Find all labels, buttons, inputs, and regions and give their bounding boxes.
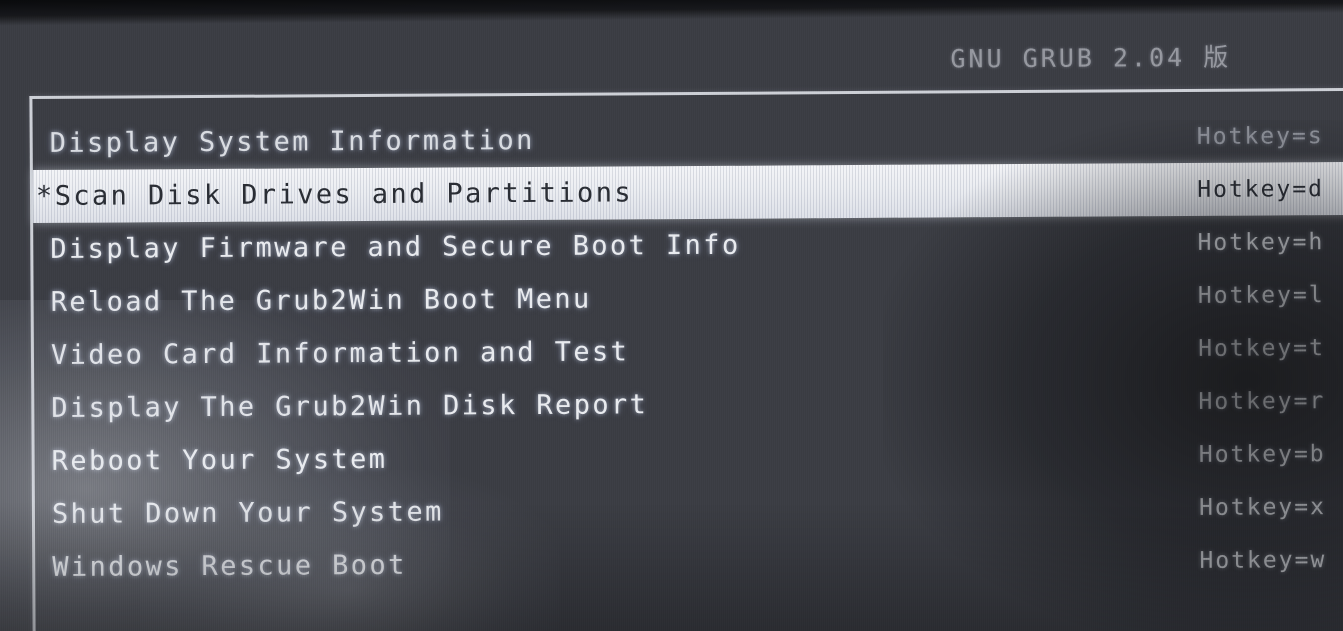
- grub-menu-item[interactable]: *Scan Disk Drives and Partitions Hotkey=d: [32, 161, 1343, 224]
- grub-menu-item-label: Reboot Your System: [51, 443, 388, 477]
- grub-menu-item-label: Display Firmware and Secure Boot Info: [50, 229, 741, 265]
- grub-menu-item[interactable]: Reload The Grub2Win Boot Menu Hotkey=l: [33, 268, 1343, 329]
- grub-menu-item[interactable]: Display The Grub2Win Disk Report Hotkey=r: [34, 374, 1343, 435]
- grub-menu-item-label: Shut Down Your System: [51, 496, 444, 530]
- grub-menu-item-hotkey: Hotkey=t: [1198, 334, 1326, 362]
- grub-menu-item[interactable]: Reboot Your System Hotkey=b: [34, 427, 1343, 488]
- grub-menu-item-hotkey: Hotkey=d: [1197, 175, 1325, 203]
- monitor-photo-scene: GNU GRUB 2.04 版 Display System Informati…: [0, 0, 1343, 631]
- grub-menu-item[interactable]: Shut Down Your System Hotkey=x: [35, 480, 1343, 541]
- grub-menu-item-label: Reload The Grub2Win Boot Menu: [50, 283, 592, 318]
- grub-menu-item[interactable]: Windows Rescue Boot Hotkey=w: [35, 533, 1343, 594]
- grub-menu-item[interactable]: Display System Information Hotkey=s: [33, 109, 1343, 170]
- grub-version-header: GNU GRUB 2.04 版: [950, 42, 1232, 74]
- grub-menu-item[interactable]: Display Firmware and Secure Boot Info Hot…: [33, 215, 1343, 276]
- grub-menu-item-hotkey: Hotkey=s: [1196, 122, 1324, 150]
- grub-menu-item-label: Display System Information: [49, 124, 535, 159]
- grub-menu-item[interactable]: Video Card Information and Test Hotkey=t: [34, 321, 1343, 382]
- grub-menu-item-label: Display The Grub2Win Disk Report: [51, 389, 649, 424]
- grub-menu-item-label: *Scan Disk Drives and Partitions: [35, 177, 634, 213]
- grub-menu-item-hotkey: Hotkey=b: [1198, 440, 1326, 468]
- grub-boot-menu-screen: GNU GRUB 2.04 版 Display System Informati…: [0, 0, 1343, 631]
- grub-menu-item-hotkey: Hotkey=h: [1197, 228, 1325, 256]
- grub-menu-item-hotkey: Hotkey=l: [1197, 281, 1325, 309]
- grub-menu-item-hotkey: Hotkey=w: [1199, 546, 1327, 574]
- grub-menu-item-label: Video Card Information and Test: [50, 336, 630, 371]
- grub-menu-item-hotkey: Hotkey=r: [1198, 387, 1326, 415]
- grub-menu-list[interactable]: Display System Information Hotkey=s *Scan …: [32, 109, 1343, 594]
- grub-menu-item-hotkey: Hotkey=x: [1199, 493, 1326, 521]
- grub-menu-item-label: Windows Rescue Boot: [52, 549, 407, 583]
- grub-menu-frame: Display System Information Hotkey=s *Scan …: [29, 87, 1343, 631]
